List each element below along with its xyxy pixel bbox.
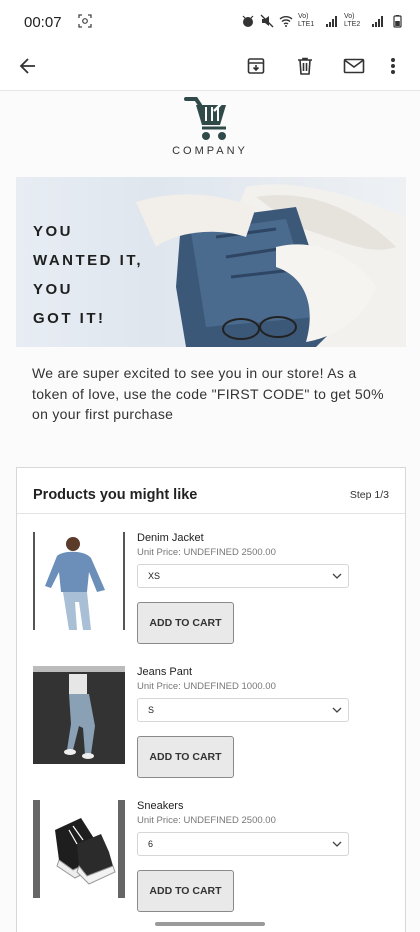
product-name: Denim Jacket — [137, 532, 204, 544]
intro-text: We are super excited to see you in our s… — [32, 365, 384, 422]
add-to-cart-button[interactable]: ADD TO CART — [137, 870, 234, 912]
back-arrow-icon — [19, 58, 35, 74]
system-icons: Vo) LTE1 Vo) LTE2 — [241, 13, 404, 29]
delete-button[interactable] — [291, 52, 319, 80]
sim2-label: Vo) LTE2 — [344, 13, 361, 28]
products-title: Products you might like — [33, 487, 198, 503]
more-options-button[interactable] — [383, 52, 403, 80]
sneakers-photo — [33, 800, 125, 898]
product-item: Denim Jacket Unit Price: UNDEFINED 2500.… — [17, 522, 405, 652]
status-bar: 00:07 Vo) LTE1 Vo) LTE2 — [0, 0, 420, 44]
alarm-icon — [242, 15, 254, 27]
mark-unread-button[interactable] — [340, 52, 368, 80]
size-value: XS — [148, 571, 161, 581]
company-logo: COMPANY — [0, 95, 420, 157]
screenshot-icon — [78, 14, 92, 28]
product-image — [33, 666, 125, 764]
mail-icon — [343, 58, 365, 74]
hero-line: WANTED IT, — [33, 252, 143, 269]
cart-logo-icon — [184, 97, 226, 140]
trash-icon — [298, 57, 312, 75]
company-name: COMPANY — [172, 145, 248, 157]
product-item: Sneakers Unit Price: UNDEFINED 2500.00 6… — [17, 790, 405, 920]
hero-line: YOU — [33, 281, 74, 298]
email-toolbar — [0, 44, 420, 91]
size-value: S — [148, 705, 155, 715]
products-header: Products you might like Step 1/3 — [17, 468, 405, 514]
archive-button[interactable] — [242, 52, 270, 80]
battery-icon — [393, 15, 402, 28]
product-image — [33, 532, 125, 630]
signal-icon — [326, 16, 337, 27]
size-select[interactable]: XS — [137, 564, 349, 588]
signal-icon — [372, 16, 383, 27]
product-price: Unit Price: UNDEFINED 2500.00 — [137, 547, 276, 558]
product-name: Jeans Pant — [137, 666, 193, 678]
size-select[interactable]: S — [137, 698, 349, 722]
product-image — [33, 800, 125, 898]
chevron-down-icon — [332, 841, 342, 847]
add-to-cart-button[interactable]: ADD TO CART — [137, 602, 234, 644]
product-item: Jeans Pant Unit Price: UNDEFINED 1000.00… — [17, 656, 405, 786]
products-card: Products you might like Step 1/3 Denim J… — [16, 467, 406, 932]
product-price: Unit Price: UNDEFINED 1000.00 — [137, 681, 276, 692]
hero-line: YOU — [33, 223, 74, 240]
sim1-label: Vo) LTE1 — [298, 13, 315, 28]
denim-jacket-photo — [33, 532, 125, 630]
back-button[interactable] — [14, 52, 42, 80]
clock: 00:07 — [24, 14, 62, 31]
hero-line: GOT IT! — [33, 310, 106, 327]
gesture-home-bar[interactable] — [155, 922, 265, 926]
product-name: Sneakers — [137, 800, 184, 812]
chevron-down-icon — [332, 707, 342, 713]
chevron-down-icon — [332, 573, 342, 579]
email-body: COMPANY YOU WANTED IT, YOU GOT IT! We ar… — [0, 91, 420, 932]
archive-icon — [247, 58, 265, 74]
product-price: Unit Price: UNDEFINED 2500.00 — [137, 815, 276, 826]
wifi-icon — [279, 16, 293, 27]
size-select[interactable]: 6 — [137, 832, 349, 856]
jeans-pant-photo — [33, 666, 125, 764]
add-to-cart-button[interactable]: ADD TO CART — [137, 736, 234, 778]
size-value: 6 — [148, 839, 154, 849]
hero-headline: YOU WANTED IT, YOU GOT IT! — [33, 217, 143, 333]
more-vertical-icon — [391, 58, 395, 74]
step-indicator: Step 1/3 — [349, 489, 389, 501]
mute-icon — [260, 14, 274, 28]
hero-banner: YOU WANTED IT, YOU GOT IT! — [16, 177, 406, 347]
